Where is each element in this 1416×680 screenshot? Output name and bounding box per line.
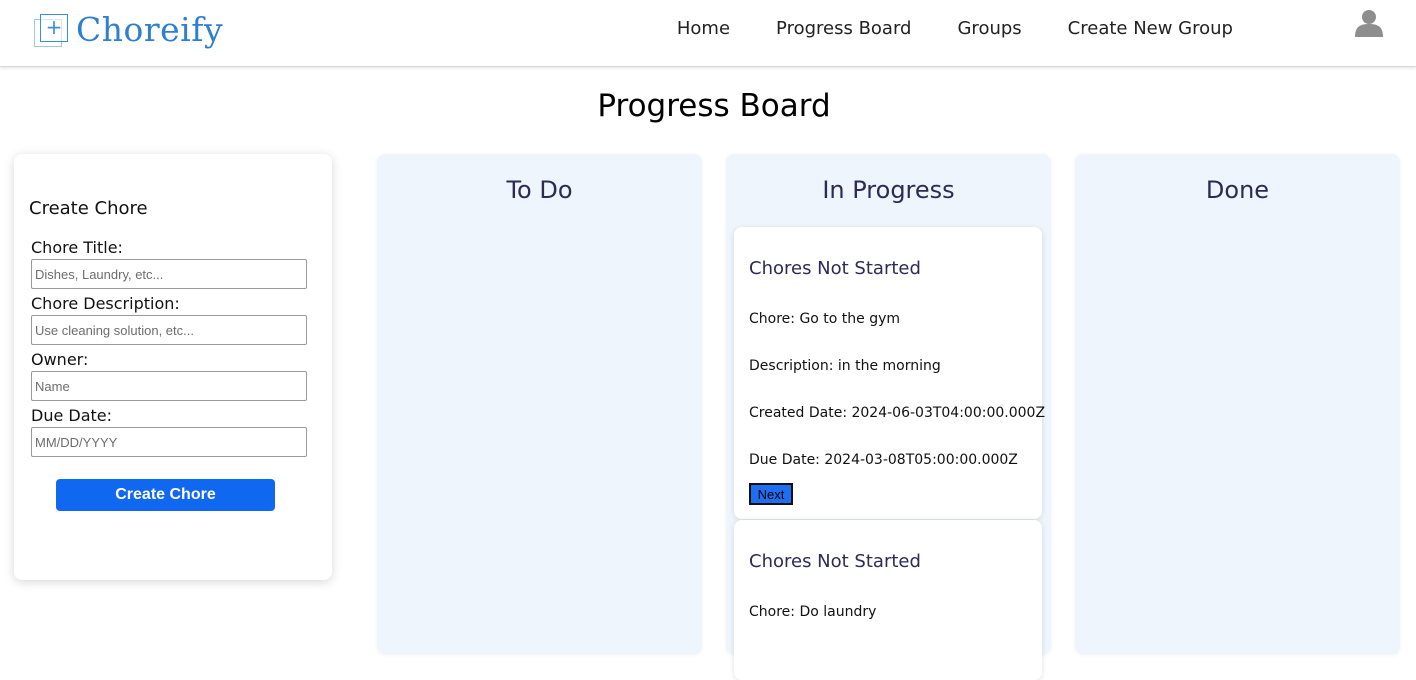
main-nav: Home Progress Board Groups Create New Gr… <box>631 0 1233 56</box>
chore-description: Description: in the morning <box>749 358 941 374</box>
chore-created-date: Created Date: 2024-06-03T04:00:00.000Z <box>749 405 1046 421</box>
user-avatar-icon[interactable] <box>1355 9 1383 37</box>
chore-name: Chore: Do laundry <box>749 604 877 620</box>
page-title: Progress Board <box>597 88 831 124</box>
chore-card: Chores Not Started Chore: Do laundry <box>734 520 1042 680</box>
chore-card-heading: Chores Not Started <box>749 551 921 572</box>
column-to-do: To Do <box>377 154 702 654</box>
brand-logo[interactable]: + Choreify <box>34 10 223 50</box>
create-chore-button[interactable]: Create Chore <box>56 479 275 511</box>
column-title: To Do <box>506 176 573 204</box>
column-title: Done <box>1205 176 1270 204</box>
chore-title-label: Chore Title: <box>31 238 123 257</box>
nav-progress-board-link[interactable]: Progress Board <box>776 18 911 39</box>
next-button[interactable]: Next <box>749 483 793 505</box>
chore-card: Chores Not Started Chore: Go to the gym … <box>734 227 1046 519</box>
chore-description-input[interactable] <box>31 315 307 345</box>
nav-groups-link[interactable]: Groups <box>957 18 1021 39</box>
owner-input[interactable] <box>31 371 307 401</box>
nav-create-group-link[interactable]: Create New Group <box>1068 18 1233 39</box>
due-date-label: Due Date: <box>31 406 113 425</box>
chore-card-heading: Chores Not Started <box>749 258 921 279</box>
plus-square-logo-icon: + <box>34 12 70 48</box>
top-navbar: + Choreify Home Progress Board Groups Cr… <box>0 0 1416 67</box>
chore-due-date: Due Date: 2024-03-08T05:00:00.000Z <box>749 452 1018 468</box>
due-date-input[interactable] <box>31 427 307 457</box>
chore-title-input[interactable] <box>31 259 307 289</box>
create-chore-form: Create Chore Chore Title: Chore Descript… <box>14 154 332 580</box>
column-in-progress: In Progress Chores Not Started Chore: Go… <box>726 154 1051 680</box>
owner-label: Owner: <box>31 350 89 369</box>
chore-description-label: Chore Description: <box>31 294 180 313</box>
brand-name: Choreify <box>76 10 224 49</box>
nav-home-link[interactable]: Home <box>677 18 730 39</box>
form-heading: Create Chore <box>29 198 148 219</box>
column-title: In Progress <box>822 176 955 204</box>
column-done: Done <box>1075 154 1400 654</box>
chore-name: Chore: Go to the gym <box>749 311 901 327</box>
